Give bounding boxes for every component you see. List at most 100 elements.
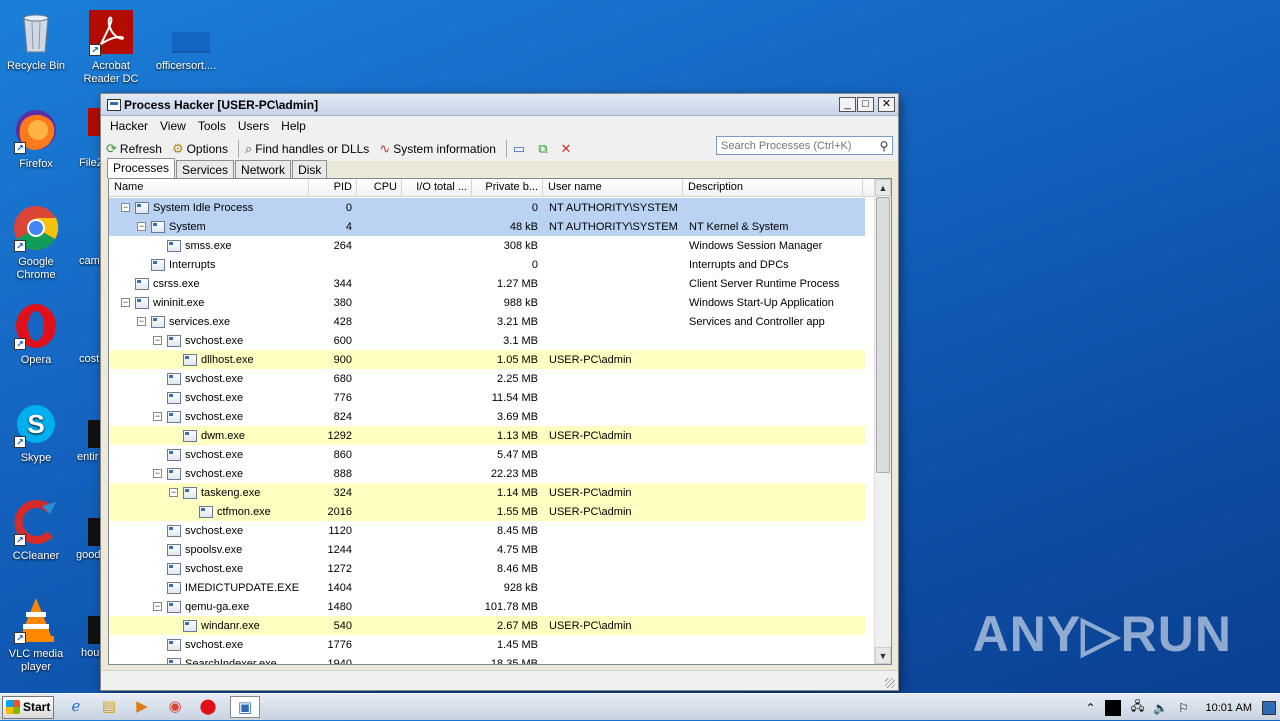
menu-tools[interactable]: Tools: [192, 119, 232, 133]
process-row[interactable]: svchost.exe 1776 1.45 MB: [109, 635, 865, 654]
desktop-icon-ccleaner[interactable]: ↗ CCleaner: [0, 498, 72, 563]
window-button[interactable]: ▭: [513, 141, 528, 157]
expand-collapse-icon[interactable]: −: [137, 222, 146, 231]
process-row[interactable]: windanr.exe 540 2.67 MB USER-PC\admin: [109, 616, 865, 635]
process-hacker-taskbar-icon[interactable]: ▣: [230, 696, 260, 718]
search-icon[interactable]: ⚲: [876, 139, 892, 153]
chrome-taskbar-icon[interactable]: ◉: [164, 696, 186, 718]
menu-hacker[interactable]: Hacker: [104, 119, 154, 133]
process-row[interactable]: svchost.exe 1120 8.45 MB: [109, 521, 865, 540]
process-rows: − System Idle Process 0 0 NT AUTHORITY\SYSTE…: [109, 198, 865, 664]
clock[interactable]: 10:01 AM: [1206, 702, 1252, 714]
app-tray-icon[interactable]: [1104, 699, 1121, 716]
find-window-button[interactable]: ⧉: [538, 141, 550, 157]
desktop-icon-opera[interactable]: ↗ Opera: [0, 302, 72, 367]
column-cpu[interactable]: CPU: [357, 179, 402, 196]
desktop-icon-officersort[interactable]: officersort....: [150, 8, 222, 73]
process-row[interactable]: svchost.exe 860 5.47 MB: [109, 445, 865, 464]
partial-icon-label: cost: [79, 353, 100, 365]
scroll-thumb[interactable]: [876, 197, 890, 473]
show-hidden-icons-chevron-icon[interactable]: ⌃: [1081, 701, 1101, 715]
process-row[interactable]: svchost.exe 1272 8.46 MB: [109, 559, 865, 578]
show-desktop-icon[interactable]: [1262, 700, 1276, 715]
expand-collapse-icon[interactable]: −: [169, 488, 178, 497]
refresh-button[interactable]: ⟳ Refresh: [106, 141, 162, 157]
tab-disk[interactable]: Disk: [292, 160, 328, 178]
scroll-down-arrow-icon[interactable]: ▼: [875, 647, 891, 664]
process-row[interactable]: − svchost.exe 824 3.69 MB: [109, 407, 865, 426]
options-button[interactable]: ⚙ Options: [172, 141, 228, 157]
process-row[interactable]: Interrupts 0 Interrupts and DPCs: [109, 255, 865, 274]
start-button[interactable]: Start: [2, 695, 54, 719]
process-row[interactable]: − services.exe 428 3.21 MB Services and Cont…: [109, 312, 865, 331]
process-row[interactable]: IMEDICTUPDATE.EXE 1404 928 kB: [109, 578, 865, 597]
column-name[interactable]: Name: [109, 179, 309, 196]
column-user-name[interactable]: User name: [543, 179, 683, 196]
private-bytes-cell: 308 kB: [503, 239, 538, 252]
vertical-scrollbar[interactable]: ▲ ▼: [874, 179, 891, 664]
volume-icon[interactable]: 🔈: [1151, 701, 1171, 715]
expand-collapse-icon[interactable]: −: [121, 298, 130, 307]
expand-collapse-icon: [153, 545, 162, 554]
desktop-icon-firefox[interactable]: ↗ Firefox: [0, 106, 72, 171]
process-row[interactable]: csrss.exe 344 1.27 MB Client Server Runtime…: [109, 274, 865, 293]
process-row[interactable]: − svchost.exe 888 22.23 MB: [109, 464, 865, 483]
media-player-icon[interactable]: ▶: [131, 696, 153, 718]
close-button[interactable]: ✕: [878, 97, 895, 112]
column-private-bytes[interactable]: Private b...: [472, 179, 543, 196]
private-bytes-cell: 3.1 MB: [503, 334, 538, 347]
process-row[interactable]: − System 4 48 kB NT AUTHORITY\SYSTEM NT Kerne…: [109, 217, 865, 236]
desktop-icon-recycle-bin[interactable]: Recycle Bin: [0, 8, 72, 73]
process-row[interactable]: spoolsv.exe 1244 4.75 MB: [109, 540, 865, 559]
search-input[interactable]: [719, 138, 876, 153]
process-row[interactable]: smss.exe 264 308 kB Windows Session Manager: [109, 236, 865, 255]
column-pid[interactable]: PID: [309, 179, 357, 196]
expand-collapse-icon[interactable]: −: [153, 412, 162, 421]
resize-grip-icon[interactable]: [885, 678, 895, 688]
maximize-button[interactable]: □: [857, 97, 874, 112]
network-icon[interactable]: 🖧: [1128, 697, 1148, 718]
find-handles-button[interactable]: ⌕ Find handles or DLLs: [245, 141, 369, 157]
process-hacker-window: Process Hacker [USER-PC\admin] _ □ ✕ Hac…: [100, 93, 899, 691]
scroll-up-arrow-icon[interactable]: ▲: [875, 179, 891, 196]
process-row[interactable]: − System Idle Process 0 0 NT AUTHORITY\SYSTE…: [109, 198, 865, 217]
desktop-icon-acrobat[interactable]: ↗ Acrobat Reader DC: [75, 8, 147, 86]
system-info-button[interactable]: ∿ System information: [379, 141, 496, 157]
process-row[interactable]: − svchost.exe 600 3.1 MB: [109, 331, 865, 350]
column-io-total[interactable]: I/O total ...: [402, 179, 472, 196]
menu-users[interactable]: Users: [232, 119, 275, 133]
process-row[interactable]: dwm.exe 1292 1.13 MB USER-PC\admin: [109, 426, 865, 445]
expand-collapse-icon[interactable]: −: [137, 317, 146, 326]
action-center-flag-icon[interactable]: ⚐: [1174, 701, 1194, 715]
expand-collapse-icon[interactable]: −: [153, 469, 162, 478]
minimize-button[interactable]: _: [839, 97, 856, 112]
process-row[interactable]: svchost.exe 680 2.25 MB: [109, 369, 865, 388]
process-row[interactable]: ctfmon.exe 2016 1.55 MB USER-PC\admin: [109, 502, 865, 521]
process-row[interactable]: dllhost.exe 900 1.05 MB USER-PC\admin: [109, 350, 865, 369]
desktop-icon-skype[interactable]: S ↗ Skype: [0, 400, 72, 465]
expand-collapse-icon[interactable]: −: [121, 203, 130, 212]
process-row[interactable]: − wininit.exe 380 988 kB Windows Start-Up Ap…: [109, 293, 865, 312]
tab-processes[interactable]: Processes: [107, 158, 176, 178]
private-bytes-cell: 0: [531, 201, 538, 214]
process-row[interactable]: − qemu-ga.exe 1480 101.78 MB: [109, 597, 865, 616]
expand-collapse-icon[interactable]: −: [153, 602, 162, 611]
opera-taskbar-icon[interactable]: ⬤: [197, 696, 219, 718]
menu-view[interactable]: View: [154, 119, 192, 133]
process-row[interactable]: SearchIndexer.exe 1940 18.35 MB: [109, 654, 865, 664]
tab-services[interactable]: Services: [176, 160, 235, 178]
internet-explorer-icon[interactable]: ℯ: [65, 696, 87, 718]
tab-network[interactable]: Network: [235, 160, 292, 178]
folder-icon[interactable]: ▤: [98, 696, 120, 718]
column-description[interactable]: Description: [683, 179, 863, 196]
expand-collapse-icon[interactable]: −: [153, 336, 162, 345]
search-box[interactable]: ⚲: [716, 136, 893, 155]
process-row[interactable]: − taskeng.exe 324 1.14 MB USER-PC\admin: [109, 483, 865, 502]
menu-help[interactable]: Help: [275, 119, 312, 133]
desktop-icon-vlc[interactable]: ↗ VLC media player: [0, 596, 72, 674]
terminate-button[interactable]: ✕: [561, 141, 575, 157]
title-bar[interactable]: Process Hacker [USER-PC\admin] _ □ ✕: [101, 94, 898, 116]
process-name: svchost.exe: [185, 391, 244, 404]
desktop-icon-chrome[interactable]: ↗ Google Chrome: [0, 204, 72, 282]
process-row[interactable]: svchost.exe 776 11.54 MB: [109, 388, 865, 407]
